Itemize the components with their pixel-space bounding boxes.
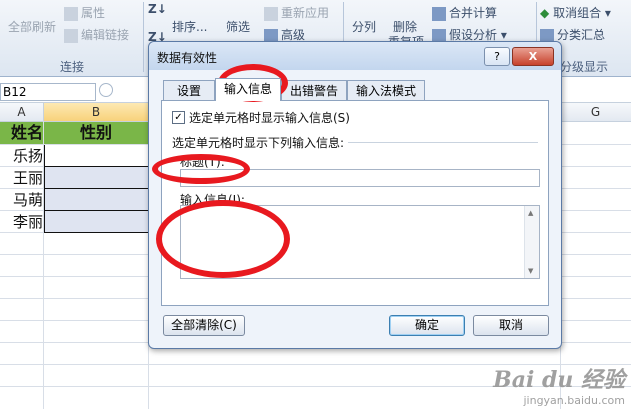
show-message-checkbox[interactable]: ✓ (172, 111, 185, 124)
tab-settings[interactable]: 设置 (163, 80, 215, 101)
reapply-button[interactable]: 重新应用 (264, 4, 329, 21)
gender-cell[interactable] (44, 145, 150, 167)
dialog-titlebar[interactable]: 数据有效性 ? X (149, 42, 561, 70)
sort-az-icon[interactable]: Z↓ (148, 2, 167, 16)
show-message-label: 选定单元格时显示输入信息(S) (189, 111, 350, 125)
help-button[interactable]: ? (484, 47, 510, 66)
header-cell-gender[interactable]: 性别 (44, 122, 148, 144)
scroll-up-icon[interactable]: ▲ (528, 209, 533, 217)
gender-cell[interactable] (44, 167, 150, 189)
name-cell[interactable]: 李丽 (0, 211, 43, 233)
annotation-circle-title (152, 154, 250, 184)
cancel-button[interactable]: 取消 (473, 315, 549, 336)
column-header-b[interactable]: B (44, 103, 149, 122)
connections-group-label: 连接 (60, 60, 85, 74)
separator (143, 2, 144, 72)
gender-cell[interactable] (44, 189, 150, 211)
text-to-columns-button[interactable]: 分列 (352, 18, 376, 35)
close-button[interactable]: X (512, 47, 554, 66)
refresh-all-button[interactable]: 全部刷新 (8, 18, 56, 35)
scroll-down-icon[interactable]: ▼ (528, 267, 533, 275)
column-header-g[interactable]: G (560, 103, 631, 122)
ungroup-button[interactable]: ◆ 取消组合 ▾ (540, 4, 611, 21)
data-validation-dialog: 数据有效性 ? X 设置 输入信息 出错警告 输入法模式 ✓ 选定单元格时显示输… (148, 41, 562, 349)
name-cell[interactable]: 乐扬 (0, 145, 43, 167)
watermark-url: jingyan.baidu.com (523, 394, 625, 407)
clear-all-button[interactable]: 全部清除(C) (163, 315, 245, 336)
section-label: 选定单元格时显示下列输入信息: (172, 136, 345, 150)
tab-input-message[interactable]: 输入信息 (215, 78, 281, 101)
consolidate-button[interactable]: 合并计算 (432, 4, 497, 21)
header-cell-name[interactable]: 姓名 (0, 122, 43, 144)
tab-ime-mode[interactable]: 输入法模式 (347, 80, 425, 101)
reapply-icon (264, 6, 278, 21)
outline-group-label: 分级显示 (560, 60, 609, 74)
scroll-handle-icon[interactable] (99, 83, 113, 97)
name-box[interactable]: B12 (0, 83, 96, 101)
section-divider (348, 142, 538, 143)
properties-icon (64, 6, 78, 21)
link-icon (64, 28, 78, 43)
sort-button[interactable]: 排序... (172, 18, 207, 35)
watermark-logo: Bai du 经验 (493, 367, 625, 393)
filter-button[interactable]: 筛选 (226, 18, 250, 35)
properties-button[interactable]: 属性 (64, 4, 105, 21)
baidu-watermark: Bai du 经验 jingyan.baidu.com (493, 362, 625, 407)
tab-error-alert[interactable]: 出错警告 (281, 80, 347, 101)
dialog-title: 数据有效性 (157, 51, 218, 65)
annotation-circle-message (156, 200, 290, 278)
consolidate-icon (432, 6, 446, 21)
gender-cell[interactable] (44, 211, 150, 233)
name-cell[interactable]: 王丽 (0, 167, 43, 189)
ok-button[interactable]: 确定 (389, 315, 465, 336)
message-scrollbar[interactable]: ▲ ▼ (524, 206, 539, 278)
edit-links-button[interactable]: 编辑链接 (64, 26, 129, 43)
column-header-a[interactable]: A (0, 103, 44, 122)
name-cell[interactable]: 马萌 (0, 189, 43, 211)
